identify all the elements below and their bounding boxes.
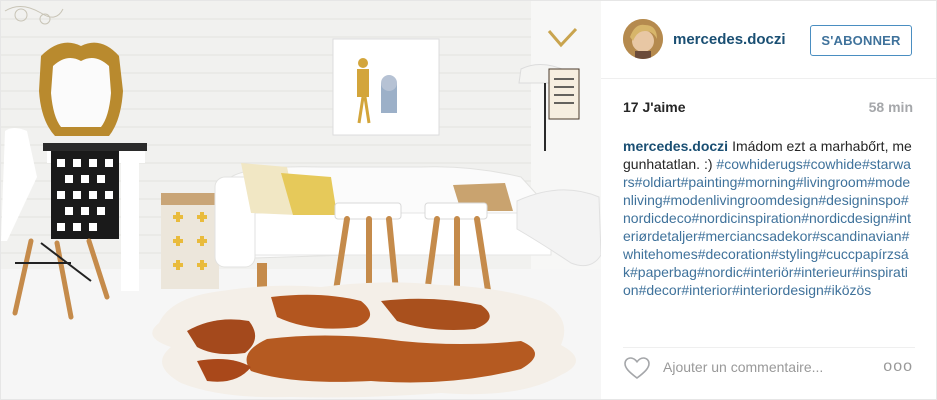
post-username[interactable]: mercedes.doczi [673, 31, 786, 48]
post-sidebar: mercedes.doczi S'ABONNER 17 J'aime 58 mi… [601, 1, 936, 399]
comment-input[interactable] [663, 358, 873, 376]
likes-count[interactable]: 17 J'aime [623, 99, 686, 115]
heart-outline-icon[interactable] [623, 356, 653, 380]
follow-button[interactable]: S'ABONNER [810, 25, 912, 56]
post-photo[interactable] [1, 1, 601, 399]
post-caption: mercedes.doczi Imádom ezt a marhabőrt, me… [623, 137, 915, 335]
caption-author[interactable]: mercedes.doczi [623, 138, 728, 154]
living-room-photo [1, 1, 601, 399]
caption-hashtags[interactable]: #cowhiderugs#cowhide#starwars#oldiart#pa… [623, 156, 911, 298]
more-options-icon[interactable]: ooo [883, 358, 913, 376]
post-stats: 17 J'aime 58 min [623, 99, 913, 119]
avatar-image [623, 19, 663, 59]
avatar[interactable] [623, 19, 663, 59]
post-header: mercedes.doczi S'ABONNER [601, 1, 936, 79]
post-timestamp[interactable]: 58 min [869, 99, 913, 115]
instagram-post: mercedes.doczi S'ABONNER 17 J'aime 58 mi… [0, 0, 937, 400]
comment-bar: ooo [623, 347, 915, 383]
